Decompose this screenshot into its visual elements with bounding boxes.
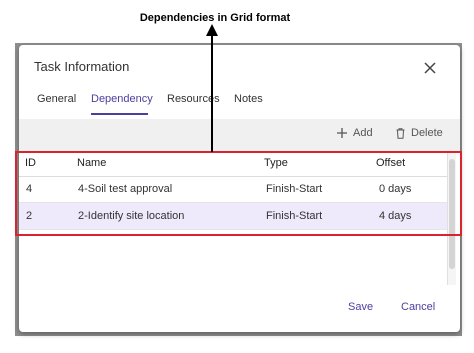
- annotation-arrow: [206, 24, 218, 152]
